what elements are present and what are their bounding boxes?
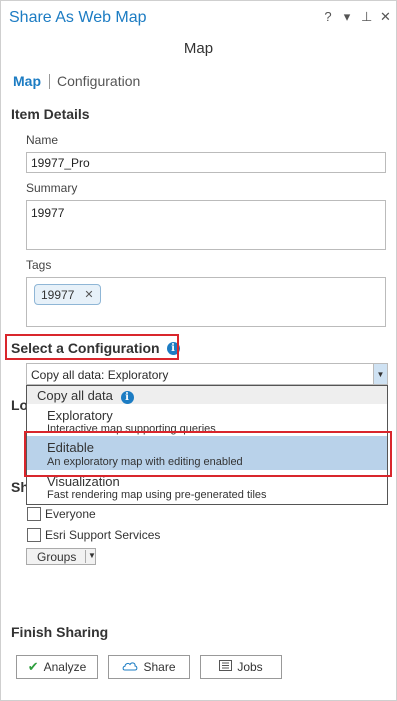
chevron-down-icon[interactable]: ▼ <box>373 364 387 384</box>
callout-box-editable <box>24 431 392 477</box>
name-field[interactable]: 19977_Pro <box>26 152 386 173</box>
esri-support-label: Esri Support Services <box>45 528 161 542</box>
jobs-list-icon <box>219 660 233 674</box>
options-dropdown-icon[interactable]: ▾ <box>342 9 352 25</box>
configuration-select-value: Copy all data: Exploratory <box>31 368 169 382</box>
info-icon[interactable]: i <box>120 391 134 404</box>
esri-support-checkbox[interactable] <box>27 528 41 542</box>
analyze-label: Analyze <box>43 660 87 674</box>
item-details-heading: Item Details <box>11 106 90 122</box>
summary-value: 19977 <box>31 206 65 220</box>
tags-label: Tags <box>26 258 52 272</box>
analyze-button[interactable]: ✔ Analyze <box>16 655 98 679</box>
callout-box-configuration <box>5 334 179 360</box>
name-label: Name <box>26 133 59 147</box>
groups-label: Groups <box>37 550 77 564</box>
groups-button[interactable]: Groups ▼ <box>26 548 96 565</box>
name-value: 19977_Pro <box>31 156 90 170</box>
close-icon[interactable]: ✕ <box>380 9 391 25</box>
tab-bar: Map Configuration <box>13 73 140 89</box>
everyone-label: Everyone <box>45 507 96 521</box>
pane-controls: ? ▾ ⊥ ✕ <box>323 9 391 25</box>
share-label: Share <box>143 660 176 674</box>
tab-configuration[interactable]: Configuration <box>57 73 140 89</box>
share-button[interactable]: Share <box>108 655 190 679</box>
dropdown-group-label: Copy all data i <box>37 388 134 404</box>
help-icon[interactable]: ? <box>323 9 333 25</box>
pane-title-bar: Share As Web Map ? ▾ ⊥ ✕ <box>1 1 396 35</box>
pin-icon[interactable]: ⊥ <box>361 9 372 25</box>
finish-sharing-heading: Finish Sharing <box>11 624 109 640</box>
tag-chip-label: 19977 <box>41 287 75 302</box>
dropdown-item-desc: Fast rendering map using pre-generated t… <box>47 489 267 501</box>
groups-divider <box>85 550 86 563</box>
configuration-select[interactable]: Copy all data: Exploratory ▼ <box>26 363 388 385</box>
jobs-label: Jobs <box>237 660 263 674</box>
dropdown-group-header: Copy all data i <box>27 386 387 404</box>
checkmark-icon: ✔ <box>27 659 39 674</box>
pane-heading: Map <box>183 40 214 57</box>
chevron-down-icon[interactable]: ▼ <box>88 551 96 560</box>
tag-chip: 19977 ✕ <box>34 284 101 305</box>
dropdown-item-title: Exploratory <box>47 408 113 423</box>
everyone-checkbox[interactable] <box>27 507 41 521</box>
tag-remove-icon[interactable]: ✕ <box>84 288 93 301</box>
tab-map[interactable]: Map <box>13 73 41 89</box>
summary-label: Summary <box>26 181 78 195</box>
jobs-button[interactable]: Jobs <box>200 655 282 679</box>
tab-separator <box>49 73 50 89</box>
pane-title: Share As Web Map <box>9 9 147 26</box>
cloud-icon <box>122 660 138 674</box>
summary-field[interactable]: 19977 <box>26 200 386 250</box>
share-pane: Share As Web Map ? ▾ ⊥ ✕ Map Map Configu… <box>0 0 397 701</box>
